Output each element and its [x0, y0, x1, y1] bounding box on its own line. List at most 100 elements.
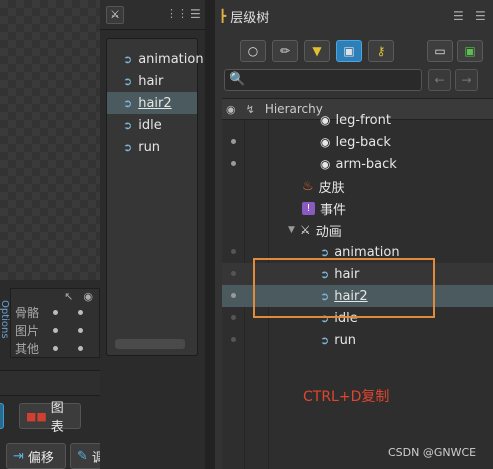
- search-input[interactable]: 🔍: [224, 69, 422, 91]
- panel-splitter[interactable]: [205, 0, 215, 469]
- tree-row-events[interactable]: ! 事件: [222, 197, 493, 219]
- visibility-dot[interactable]: [231, 161, 236, 166]
- expand-icon: ▣: [464, 44, 476, 58]
- focus-icon: ▣: [343, 44, 355, 58]
- visibility-dot[interactable]: [231, 271, 236, 276]
- event-icon: !: [302, 201, 315, 215]
- tree-panel-header: ┣ 层级树 ☰ ☰: [215, 5, 493, 27]
- animation-icon: ➲: [123, 118, 133, 132]
- tree-row-content: ◉ arm-back: [320, 157, 397, 172]
- visibility-panel: ↖ ◉ 骨骼 图片 其他: [10, 288, 100, 358]
- animations-list: ➲ animation ➲ hair ➲ hair2 ➲ idle ➲ run: [106, 38, 204, 356]
- visibility-dot[interactable]: [231, 315, 236, 320]
- visibility-row-label: 骨骼: [15, 305, 40, 320]
- settings-icon[interactable]: ☰: [453, 9, 464, 23]
- tree-row-skins[interactable]: ♨ 皮肤: [222, 175, 493, 197]
- list-item[interactable]: ➲ hair: [107, 70, 197, 92]
- panel-menu-icon[interactable]: ☰: [475, 9, 486, 23]
- expand-button[interactable]: ▣: [457, 40, 483, 62]
- animation-label: hair2: [138, 95, 172, 111]
- search-icon: 🔍: [229, 72, 246, 87]
- tree-icon: ┣: [219, 9, 227, 23]
- tree-row-content: ▼ ⚔ 动画: [288, 221, 342, 240]
- tree-row-animation[interactable]: ➲ run: [222, 329, 493, 351]
- partial-button[interactable]: [0, 403, 4, 429]
- arrow-left-icon[interactable]: ←: [428, 69, 451, 91]
- visibility-dot[interactable]: [231, 293, 236, 298]
- filter-button[interactable]: ▼: [304, 40, 330, 62]
- scrollbar[interactable]: [115, 339, 185, 349]
- offset-button-label: 偏移: [27, 450, 54, 466]
- key-filter-button[interactable]: ⚷: [368, 40, 394, 62]
- slot-icon: ◉: [320, 157, 331, 171]
- circle-filter-button[interactable]: ○: [240, 40, 266, 62]
- visibility-dot[interactable]: [231, 337, 236, 342]
- arrow-right-icon[interactable]: →: [455, 69, 478, 91]
- tree-row-content: ♨ 皮肤: [302, 177, 345, 196]
- list-item[interactable]: ➲ animation: [107, 48, 204, 70]
- nav-arrows: ← →: [428, 69, 478, 91]
- tree-row-label: leg-back: [335, 134, 391, 150]
- list-item-selected[interactable]: ➲ hair2: [107, 92, 197, 114]
- offset-button[interactable]: ⇥ 偏移: [6, 443, 66, 469]
- animation-icon: ➲: [123, 52, 133, 66]
- animation-label: hair: [138, 73, 164, 89]
- tree-row-label: run: [334, 332, 357, 348]
- tree-row-slot[interactable]: ◉ arm-back: [222, 153, 493, 175]
- annotation-text: CTRL+D复制: [303, 389, 390, 405]
- tree-row-content: ! 事件: [302, 199, 346, 218]
- tree-row-slot[interactable]: ◉ leg-front: [222, 109, 493, 131]
- animation-icon: ➲: [320, 245, 330, 259]
- list-item[interactable]: ➲ idle: [107, 114, 197, 136]
- visibility-dot[interactable]: [231, 139, 236, 144]
- graph-button-label: 图表: [50, 401, 64, 435]
- slot-icon: ◉: [320, 135, 331, 149]
- cursor-icon[interactable]: ↖: [64, 290, 73, 303]
- visibility-row-images: 图片: [11, 321, 99, 339]
- visibility-row-label: 图片: [15, 323, 40, 338]
- visible-toggle-dot[interactable]: [78, 309, 83, 315]
- animation-label: idle: [138, 117, 162, 133]
- dock-icon[interactable]: ⋮⋮: [166, 7, 188, 20]
- visible-toggle-dot[interactable]: [78, 345, 83, 351]
- animation-label: run: [138, 139, 161, 155]
- eye-icon[interactable]: ◉: [83, 290, 93, 303]
- pen-icon: ✏: [279, 44, 291, 58]
- animation-label: animation: [138, 51, 204, 67]
- slot-icon: ◉: [320, 113, 331, 127]
- collapse-icon: ▭: [434, 44, 446, 58]
- tree-row-animations-folder[interactable]: ▼ ⚔ 动画: [222, 219, 493, 241]
- animation-icon: ➲: [123, 74, 133, 88]
- graph-icon: ■■: [26, 409, 47, 423]
- tree-row-label: arm-back: [335, 156, 397, 172]
- panel-menu-icon[interactable]: ☰: [190, 7, 201, 21]
- animation-folder-icon: ⚔: [299, 223, 311, 237]
- key-icon: ⚷: [376, 44, 386, 58]
- collapse-button[interactable]: ▭: [427, 40, 453, 62]
- graph-button[interactable]: ■■ 图表: [19, 401, 81, 435]
- tree-row-label: leg-front: [335, 112, 391, 128]
- select-toggle-dot[interactable]: [53, 345, 58, 351]
- tree-row-label: 皮肤: [318, 180, 345, 196]
- select-toggle-dot[interactable]: [53, 327, 58, 333]
- tree-toolbar: ○ ✏ ▼ ▣ ⚷: [240, 40, 394, 62]
- focus-button[interactable]: ▣: [336, 40, 362, 62]
- tree-row-content: ➲ run: [320, 333, 356, 348]
- tree-row-slot[interactable]: ◉ leg-back: [222, 131, 493, 153]
- animation-icon: ➲: [123, 96, 133, 110]
- run-icon: ⚔: [106, 6, 124, 24]
- tree-row-label: 事件: [320, 202, 347, 218]
- select-toggle-dot[interactable]: [53, 309, 58, 315]
- list-item[interactable]: ➲ run: [107, 136, 197, 158]
- viewport-canvas[interactable]: [0, 0, 100, 290]
- visibility-dot[interactable]: [231, 249, 236, 254]
- options-side-tab[interactable]: Options: [0, 300, 10, 360]
- funnel-icon: ▼: [312, 44, 322, 58]
- visibility-row-bones: 骨骼: [11, 303, 99, 321]
- pen-filter-button[interactable]: ✏: [272, 40, 298, 62]
- visible-toggle-dot[interactable]: [78, 327, 83, 333]
- animation-icon: ➲: [123, 140, 133, 154]
- expand-arrow-icon[interactable]: ▼: [288, 225, 295, 235]
- tree-row-content: ◉ leg-back: [320, 135, 391, 150]
- annotation-box: [253, 258, 435, 318]
